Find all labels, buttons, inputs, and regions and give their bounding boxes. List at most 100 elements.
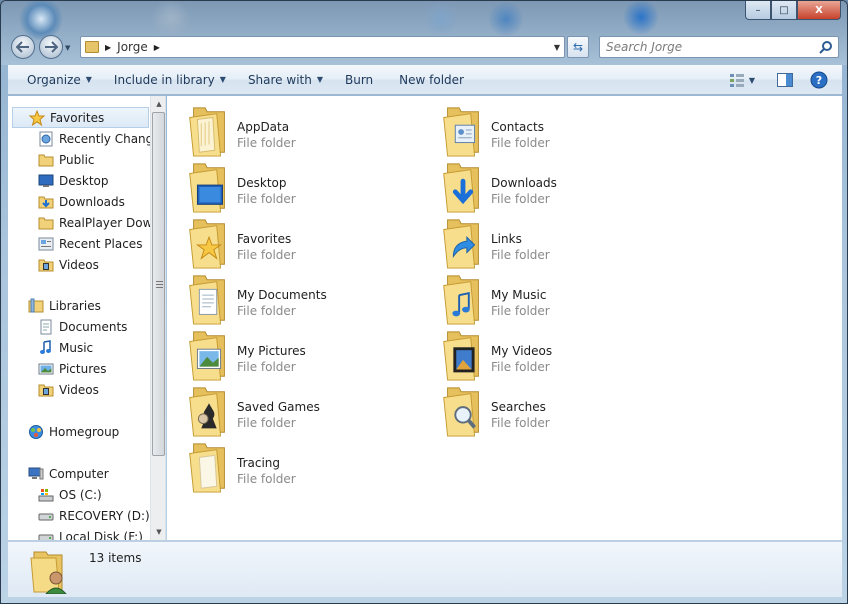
folder-item[interactable]: Desktop File folder — [167, 160, 407, 214]
folder-type: File folder — [491, 136, 550, 150]
chevron-down-icon: ▼ — [85, 75, 92, 84]
preview-pane-button[interactable] — [774, 69, 796, 91]
nav-libraries-item[interactable]: Pictures — [8, 358, 150, 379]
chevron-down-icon: ▼ — [316, 75, 323, 84]
explorer-window: – □ X ▼ ▶ Jorge ▶ ▼ ⇆ Organize ▼ — [0, 0, 848, 604]
breadcrumb-arrow[interactable]: ▶ — [154, 43, 160, 52]
recent-pages-dropdown[interactable]: ▼ — [65, 44, 70, 52]
folder-item[interactable]: My Music File folder — [421, 272, 661, 326]
nav-computer-label: Computer — [49, 466, 109, 481]
nav-computer-item[interactable]: OS (C:) — [8, 484, 150, 505]
scroll-down-arrow[interactable]: ▼ — [151, 524, 165, 540]
nav-libraries-item[interactable]: Music — [8, 337, 150, 358]
search-icon[interactable] — [819, 40, 833, 54]
nav-favorites-item[interactable]: Public — [8, 149, 150, 170]
folder-text: Contacts File folder — [491, 120, 550, 158]
organize-button[interactable]: Organize ▼ — [18, 68, 101, 92]
new-folder-button[interactable]: New folder — [390, 68, 473, 92]
folder-item[interactable]: My Videos File folder — [421, 328, 661, 382]
folder-item[interactable]: Links File folder — [421, 216, 661, 270]
folder-desktop-icon — [187, 160, 231, 214]
nav-favorites-header[interactable]: Favorites — [12, 107, 149, 128]
folder-text: My Videos File folder — [491, 344, 552, 382]
forward-button[interactable] — [39, 35, 63, 59]
nav-computer-item[interactable]: Local Disk (F:) — [8, 526, 150, 540]
desktop-icon — [38, 173, 54, 189]
folder-text: Saved Games File folder — [237, 400, 320, 438]
folder-name: Saved Games — [237, 400, 320, 414]
folder-item[interactable]: AppData File folder — [167, 104, 407, 158]
include-in-library-label: Include in library — [113, 72, 215, 87]
chevron-down-icon[interactable]: ▼ — [749, 76, 755, 85]
minimize-button[interactable]: – — [745, 1, 771, 20]
refresh-button[interactable]: ⇆ — [567, 36, 589, 58]
help-button[interactable]: ? — [808, 69, 830, 91]
nav-favorites-item[interactable]: Desktop — [8, 170, 150, 191]
organize-label: Organize — [27, 72, 81, 87]
folder-type: File folder — [237, 192, 296, 206]
breadcrumb-arrow[interactable]: ▶ — [105, 43, 111, 52]
scroll-up-arrow[interactable]: ▲ — [151, 96, 165, 112]
folder-item[interactable]: Favorites File folder — [167, 216, 407, 270]
nav-homegroup[interactable]: Homegroup — [8, 421, 150, 442]
close-button[interactable]: X — [797, 1, 841, 20]
search-input[interactable] — [599, 36, 839, 58]
os-drive-icon — [38, 487, 54, 503]
address-bar[interactable]: ▶ Jorge ▶ ▼ — [80, 36, 565, 58]
folder-name: Links — [491, 232, 522, 246]
folder-name: Tracing — [237, 456, 281, 470]
folder-type: File folder — [491, 248, 550, 262]
nav-favorites-item[interactable]: Videos — [8, 254, 150, 275]
recent-places-icon — [38, 236, 54, 252]
nav-libraries-item[interactable]: Documents — [8, 316, 150, 337]
change-view-button[interactable]: ▼ — [722, 69, 762, 91]
folder-type: File folder — [491, 416, 550, 430]
back-button[interactable] — [11, 35, 35, 59]
folder-item[interactable]: My Documents File folder — [167, 272, 407, 326]
share-with-button[interactable]: Share with ▼ — [239, 68, 332, 92]
videos-icon — [38, 382, 54, 398]
folder-item[interactable]: Downloads File folder — [421, 160, 661, 214]
chevron-down-icon: ▼ — [219, 75, 226, 84]
nav-computer-header[interactable]: Computer — [8, 463, 150, 484]
include-in-library-button[interactable]: Include in library ▼ — [105, 68, 235, 92]
file-list: AppData File folder Contacts File folder Des… — [167, 96, 842, 540]
libraries-icon — [28, 298, 44, 314]
nav-computer-item[interactable]: RECOVERY (D:) — [8, 505, 150, 526]
nav-libraries-label: Libraries — [49, 298, 101, 313]
nav-favorites-item-label: Recently Changed — [59, 131, 150, 146]
nav-favorites-item[interactable]: Downloads — [8, 191, 150, 212]
folder-item[interactable]: Saved Games File folder — [167, 384, 407, 438]
folder-name: Favorites — [237, 232, 292, 246]
nav-favorites-item[interactable]: Recently Changed — [8, 128, 150, 149]
scroll-thumb[interactable] — [152, 112, 165, 456]
folder-type: File folder — [237, 472, 296, 486]
folder-item[interactable]: My Pictures File folder — [167, 328, 407, 382]
preview-pane-icon — [777, 73, 793, 87]
nav-favorites-item[interactable]: RealPlayer Downloads — [8, 212, 150, 233]
folder-name: My Videos — [491, 344, 553, 358]
folder-name: My Music — [491, 288, 547, 302]
nav-homegroup-label: Homegroup — [49, 424, 120, 439]
folder-name: Desktop — [237, 176, 287, 190]
star-icon — [29, 109, 45, 126]
nav-scrollbar[interactable]: ▲ ▼ — [150, 96, 165, 540]
caption-buttons: – □ X — [745, 1, 841, 20]
videos-icon — [38, 257, 54, 273]
folder-item[interactable]: Tracing File folder — [167, 440, 407, 494]
burn-button[interactable]: Burn — [336, 68, 382, 92]
nav-libraries-item-label: Videos — [59, 382, 99, 397]
folder-item[interactable]: Searches File folder — [421, 384, 661, 438]
nav-libraries-item[interactable]: Videos — [8, 379, 150, 400]
command-bar: Organize ▼ Include in library ▼ Share wi… — [8, 65, 842, 95]
maximize-button[interactable]: □ — [771, 1, 797, 20]
folder-blank-icon — [187, 440, 231, 494]
address-history-dropdown[interactable]: ▼ — [554, 43, 560, 52]
folder-item[interactable]: Contacts File folder — [421, 104, 661, 158]
nav-favorites-item[interactable]: Recent Places — [8, 233, 150, 254]
folder-text: Links File folder — [491, 232, 550, 270]
nav-libraries-header[interactable]: Libraries — [8, 295, 150, 316]
breadcrumb-jorge[interactable]: Jorge — [117, 40, 148, 54]
views-icon — [729, 74, 744, 87]
navigation-pane: Favorites Recently Changed Public Desktop D… — [8, 96, 166, 540]
